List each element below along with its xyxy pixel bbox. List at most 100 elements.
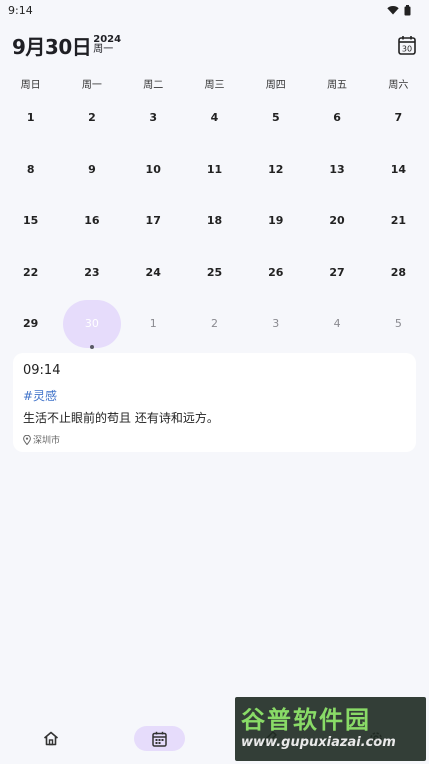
calendar-day[interactable]: 25 bbox=[184, 247, 245, 299]
day-number: 1 bbox=[26, 111, 35, 125]
note-location: 深圳市 bbox=[23, 433, 406, 446]
calendar-day[interactable]: 24 bbox=[123, 247, 184, 299]
day-number: 29 bbox=[22, 317, 39, 331]
weekday-label: 周五 bbox=[327, 80, 348, 91]
calendar-day[interactable]: 3 bbox=[123, 92, 184, 144]
date-display[interactable]: 9月30日 2024 周一 bbox=[12, 31, 121, 60]
day-number: 19 bbox=[268, 214, 284, 228]
calendar-day[interactable]: 28 bbox=[368, 247, 429, 299]
day-number: 30 bbox=[84, 317, 99, 331]
day-number: 2 bbox=[88, 111, 96, 125]
calendar-day[interactable]: 2 bbox=[61, 92, 122, 144]
calendar-day[interactable]: 5 bbox=[368, 298, 429, 350]
day-number: 18 bbox=[206, 214, 223, 228]
calendar-day[interactable]: 26 bbox=[245, 247, 306, 299]
day-number: 8 bbox=[26, 162, 35, 176]
calendar-day[interactable]: 7 bbox=[368, 92, 429, 144]
watermark-logo: 谷普软件园 www.gupuxiazai.com bbox=[235, 697, 426, 761]
calendar-day-selected[interactable]: 30 bbox=[61, 298, 122, 350]
calendar-day[interactable]: 17 bbox=[123, 195, 184, 247]
calendar-day[interactable]: 3 bbox=[245, 298, 306, 350]
today-calendar-button[interactable]: 30 bbox=[397, 34, 417, 56]
day-number: 11 bbox=[206, 162, 223, 176]
weekday-header: 周日 周一 周二 周三 周四 周五 周六 bbox=[0, 76, 429, 92]
calendar-day[interactable]: 11 bbox=[184, 144, 245, 196]
nav-calendar[interactable] bbox=[134, 726, 185, 751]
day-number: 7 bbox=[394, 111, 403, 125]
day-number: 23 bbox=[84, 265, 100, 279]
calendar-day[interactable]: 12 bbox=[245, 144, 306, 196]
current-weekday: 周一 bbox=[93, 44, 114, 55]
weekday-label: 周二 bbox=[143, 80, 164, 91]
calendar-day[interactable]: 27 bbox=[306, 247, 367, 299]
calendar-day[interactable]: 29 bbox=[0, 298, 61, 350]
day-number: 3 bbox=[149, 111, 158, 125]
calendar-day[interactable]: 4 bbox=[306, 298, 367, 350]
calendar-day[interactable]: 5 bbox=[245, 92, 306, 144]
calendar-day[interactable]: 8 bbox=[0, 144, 61, 196]
calendar-day[interactable]: 20 bbox=[306, 195, 367, 247]
weekday-label: 周四 bbox=[265, 80, 286, 91]
day-number: 27 bbox=[329, 265, 345, 279]
day-number: 12 bbox=[268, 162, 284, 176]
day-number: 4 bbox=[333, 317, 341, 331]
weekday-label: 周日 bbox=[20, 80, 41, 91]
day-number: 26 bbox=[268, 265, 284, 279]
calendar-day[interactable]: 18 bbox=[184, 195, 245, 247]
calendar-day[interactable]: 6 bbox=[306, 92, 367, 144]
calendar-day[interactable]: 9 bbox=[61, 144, 122, 196]
calendar-day[interactable]: 23 bbox=[61, 247, 122, 299]
calendar-icon-number: 30 bbox=[402, 45, 412, 54]
battery-icon bbox=[404, 4, 411, 15]
weekday-label: 周一 bbox=[81, 80, 102, 91]
current-date: 9月30日 bbox=[12, 34, 92, 59]
calendar-day[interactable]: 1 bbox=[0, 92, 61, 144]
calendar-day[interactable]: 14 bbox=[368, 144, 429, 196]
calendar-day[interactable]: 2 bbox=[184, 298, 245, 350]
day-number: 24 bbox=[145, 265, 161, 279]
wifi-icon bbox=[387, 6, 399, 15]
day-number: 13 bbox=[329, 162, 345, 176]
location-pin-icon bbox=[23, 434, 31, 445]
home-icon bbox=[43, 731, 59, 745]
day-number: 25 bbox=[206, 265, 223, 279]
calendar-today-icon: 30 bbox=[398, 36, 416, 55]
calendar-day[interactable]: 21 bbox=[368, 195, 429, 247]
day-number: 22 bbox=[22, 265, 39, 279]
day-number: 9 bbox=[88, 162, 96, 176]
day-number: 2 bbox=[210, 317, 218, 331]
watermark-title: 谷普软件园 bbox=[241, 706, 371, 734]
calendar-day[interactable]: 4 bbox=[184, 92, 245, 144]
calendar-day[interactable]: 19 bbox=[245, 195, 306, 247]
day-number: 28 bbox=[390, 265, 406, 279]
header: 9月30日 2024 周一 30 bbox=[12, 31, 417, 60]
note-tag[interactable]: #灵感 bbox=[23, 387, 406, 404]
calendar-day[interactable]: 10 bbox=[123, 144, 184, 196]
status-time: 9:14 bbox=[8, 3, 33, 17]
day-number: 20 bbox=[329, 214, 345, 228]
day-number: 6 bbox=[333, 111, 341, 125]
calendar-day[interactable]: 15 bbox=[0, 195, 61, 247]
weekday-label: 周三 bbox=[204, 80, 225, 91]
day-number: 14 bbox=[390, 162, 406, 176]
nav-home[interactable] bbox=[36, 726, 66, 750]
note-time: 09:14 bbox=[23, 363, 61, 378]
day-number: 3 bbox=[272, 317, 280, 331]
note-indicator-dot bbox=[89, 344, 94, 349]
day-number: 17 bbox=[145, 214, 161, 228]
calendar-icon bbox=[152, 731, 167, 747]
day-number: 4 bbox=[210, 111, 219, 125]
note-text: 生活不止眼前的苟且 还有诗和远方。 bbox=[23, 411, 219, 425]
note-location-text: 深圳市 bbox=[33, 436, 61, 446]
day-number: 21 bbox=[390, 214, 406, 228]
status-icons bbox=[387, 4, 411, 16]
calendar-day[interactable]: 1 bbox=[123, 298, 184, 350]
calendar-grid: 1 2 3 4 5 6 7 8 9 10 11 12 13 14 15 16 17 18 19 20 21 22 23 24 2… bbox=[0, 92, 429, 350]
calendar-day[interactable]: 16 bbox=[61, 195, 122, 247]
note-card[interactable]: 09:14 #灵感 生活不止眼前的苟且 还有诗和远方。 深圳市 bbox=[13, 353, 416, 452]
day-number: 16 bbox=[84, 214, 100, 228]
year-weekday: 2024 周一 bbox=[93, 35, 121, 55]
calendar-day[interactable]: 22 bbox=[0, 247, 61, 299]
calendar-day[interactable]: 13 bbox=[306, 144, 367, 196]
day-number: 15 bbox=[22, 214, 39, 228]
